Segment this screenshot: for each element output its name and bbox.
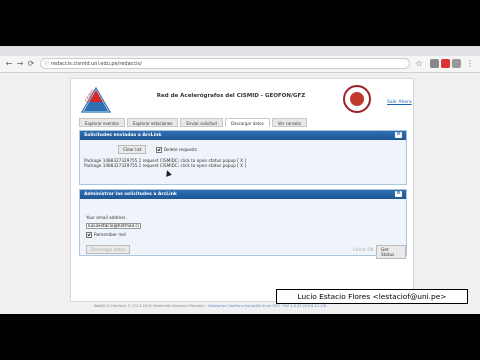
page-body: CISMID Red de Acelerógrafos del CISMID -… bbox=[0, 73, 480, 314]
requests-panel-title: Solicitudes enviadas a ArcLink bbox=[84, 133, 162, 138]
author-caption: Lucio Estacio Flores <lestaciof@uni.pe> bbox=[276, 289, 468, 304]
clear-row: Clear list Delete requests bbox=[118, 145, 197, 154]
back-button[interactable]: ← bbox=[4, 59, 14, 69]
requests-panel-header: Solicitudes enviadas a ArcLink ⊟ bbox=[80, 131, 406, 140]
email-label: Your email address bbox=[86, 215, 126, 220]
collapse-icon[interactable]: ⊟ bbox=[395, 132, 402, 138]
tab-enviar-solicitud[interactable]: Enviar solicitud bbox=[180, 118, 223, 127]
info-icon: ⓘ bbox=[44, 61, 50, 67]
remember-label: Remember me! bbox=[94, 232, 127, 237]
tab-explorar-eventos[interactable]: Explorar eventos bbox=[79, 118, 125, 127]
logout-link[interactable]: Salir Ahora bbox=[387, 100, 412, 105]
footer-text: WebDC3 Interface © 2013-2016 Helmholtz-Z… bbox=[93, 304, 207, 308]
remember-option[interactable]: Remember me! bbox=[86, 232, 127, 238]
menu-icon[interactable]: ⋮ bbox=[465, 59, 475, 69]
checkbox-icon[interactable] bbox=[86, 232, 92, 238]
descargar-datos-button[interactable]: Descargar datos bbox=[86, 245, 131, 254]
stop-icon[interactable] bbox=[441, 59, 450, 68]
extension-icon[interactable] bbox=[452, 59, 461, 68]
package-list: Package 1488327329755.1 request CISMIDC;… bbox=[84, 158, 246, 168]
checkbox-icon[interactable] bbox=[155, 147, 162, 153]
university-seal-logo bbox=[343, 85, 371, 113]
reload-button[interactable]: ⟳ bbox=[26, 59, 36, 69]
cismid-logo: CISMID bbox=[81, 87, 111, 113]
cerrar-button[interactable]: Cerrar OK bbox=[348, 245, 379, 254]
manage-panel-header: Administrar las solicitudes a ArcLink ⊟ bbox=[80, 190, 406, 199]
address-bar[interactable]: ⓘ redaccis.cismid.uni.edu.pe/redaccis/ bbox=[40, 58, 410, 69]
clear-list-button[interactable]: Clear list bbox=[118, 145, 147, 154]
manage-panel: Administrar las solicitudes a ArcLink ⊟ … bbox=[79, 189, 407, 259]
delete-requests-label: Delete requests bbox=[163, 147, 197, 152]
tab-descargar-datos[interactable]: Descargar datos bbox=[224, 118, 270, 127]
footer-link-gfz[interactable]: Deutsches GeoForschungsZentrum GFZ bbox=[208, 304, 280, 308]
manage-panel-title: Administrar las solicitudes a ArcLink bbox=[84, 192, 177, 197]
browser-tab-strip bbox=[0, 46, 480, 56]
site-title: Red de Acelerógrafos del CISMID - GEOFON… bbox=[156, 93, 306, 99]
forward-button[interactable]: → bbox=[15, 59, 25, 69]
package-close[interactable]: [ X ] bbox=[237, 163, 246, 168]
screen: ← → ⟳ ⓘ redaccis.cismid.uni.edu.pe/redac… bbox=[0, 46, 480, 314]
tab-explorar-estaciones[interactable]: Explorar estaciones bbox=[126, 118, 179, 127]
footer: WebDC3 Interface © 2013-2016 Helmholtz-Z… bbox=[93, 304, 327, 308]
main-container: CISMID Red de Acelerógrafos del CISMID -… bbox=[70, 78, 414, 302]
star-icon[interactable]: ☆ bbox=[414, 59, 424, 69]
email-field[interactable] bbox=[86, 223, 141, 229]
get-status-button[interactable]: Get Status bbox=[376, 245, 406, 259]
package-text[interactable]: Package 1488327329755.1 request CISMIDC;… bbox=[84, 163, 236, 168]
url-text: redaccis.cismid.uni.edu.pe/redaccis/ bbox=[51, 61, 142, 67]
collapse-icon[interactable]: ⊟ bbox=[395, 191, 402, 197]
browser-toolbar: ← → ⟳ ⓘ redaccis.cismid.uni.edu.pe/redac… bbox=[0, 56, 480, 73]
tab-bar: Explorar eventos Explorar estaciones Env… bbox=[79, 118, 309, 127]
tab-ver-consola[interactable]: Ver consola bbox=[271, 118, 307, 127]
extension-icon[interactable] bbox=[430, 59, 439, 68]
footer-link-version[interactable]: EIV 1.0.31 (2016-11-19) bbox=[283, 304, 326, 308]
package-row[interactable]: Package 1488327329755.1 request CISMIDC;… bbox=[84, 163, 246, 168]
requests-panel: Solicitudes enviadas a ArcLink ⊟ Clear l… bbox=[79, 130, 407, 185]
delete-requests-option[interactable]: Delete requests bbox=[155, 147, 197, 153]
